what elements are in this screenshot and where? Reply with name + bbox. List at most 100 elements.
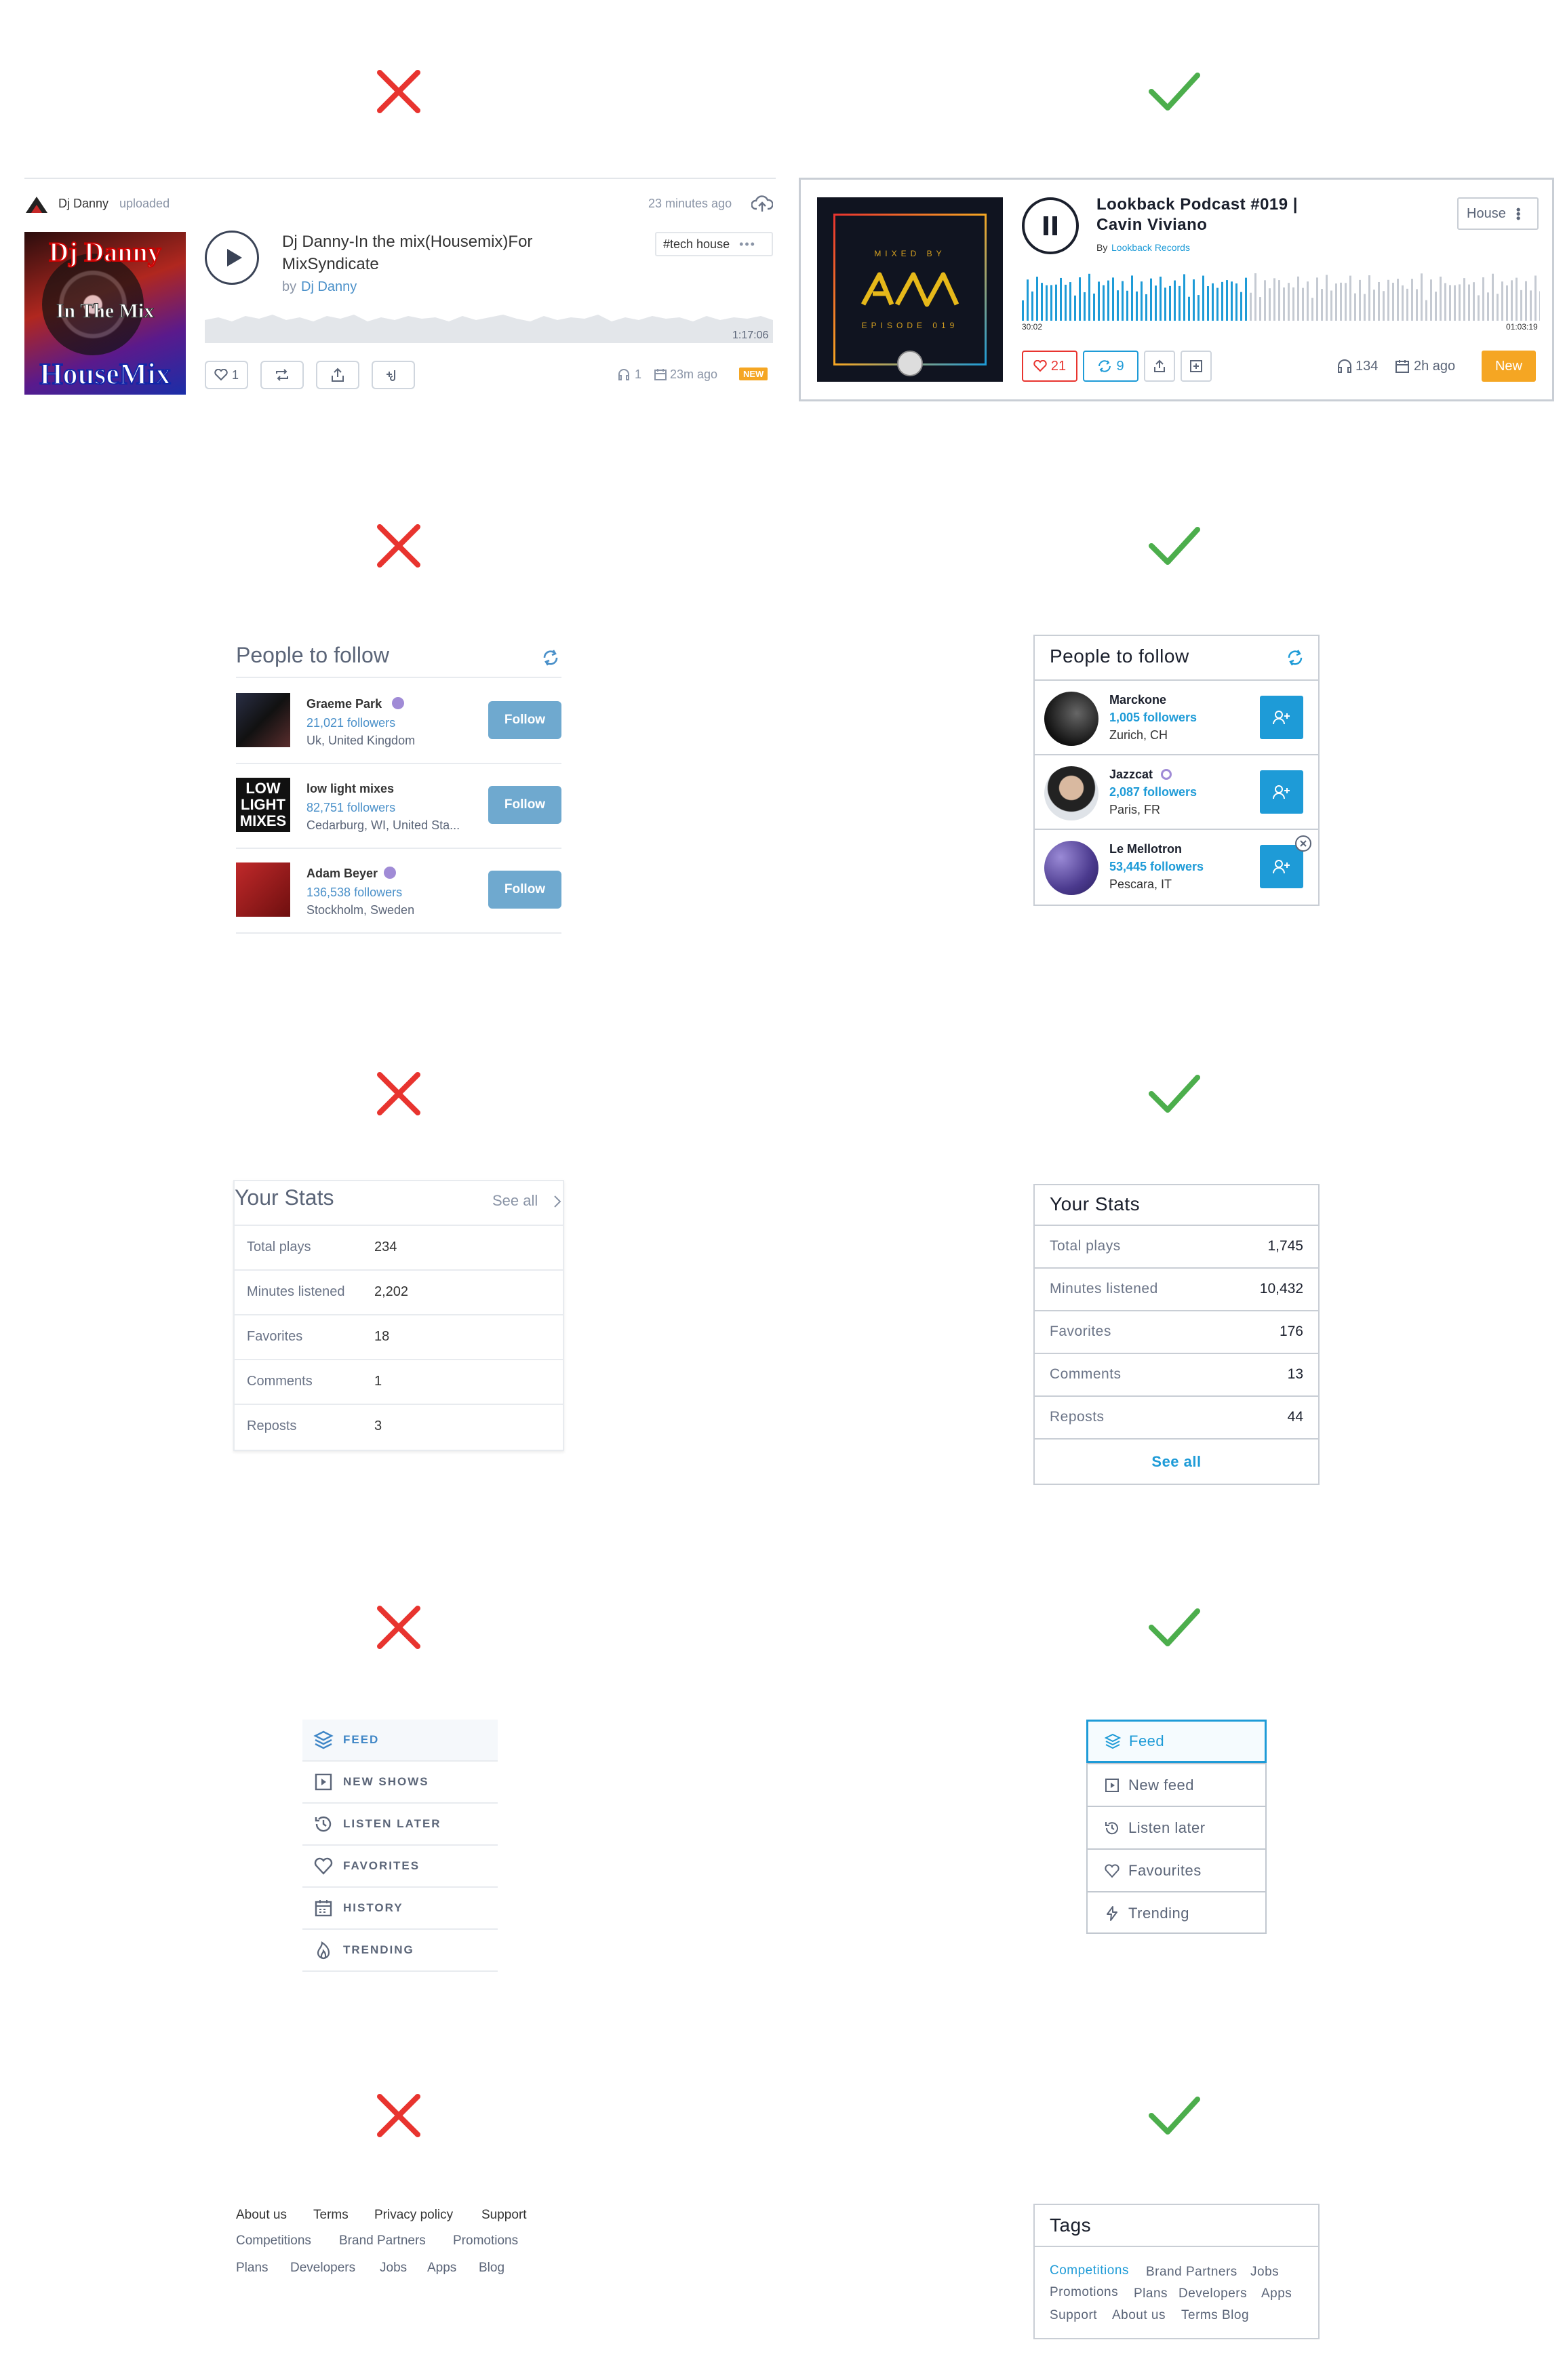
play-count: 134	[1355, 359, 1379, 374]
share-button[interactable]	[1144, 351, 1175, 382]
track-artwork[interactable]: Dj Danny In The Mix HouseMix	[24, 232, 186, 395]
add-to-playlist-button[interactable]	[372, 361, 415, 389]
avatar[interactable]	[236, 693, 290, 747]
tag-link-support[interactable]: Support	[1050, 2308, 1097, 2323]
label-link[interactable]: Lookback Records	[1111, 242, 1190, 253]
follower-count[interactable]: 2,087 followers	[1109, 785, 1197, 799]
pause-button[interactable]	[1022, 197, 1079, 254]
good-tags-widget: Tags Competitions Brand Partners Jobs Pr…	[1033, 2204, 1320, 2339]
footer-link-developers[interactable]: Developers	[290, 2261, 355, 2276]
person-name[interactable]: low light mixes	[306, 782, 394, 796]
nav-item-history[interactable]: HISTORY	[302, 1888, 498, 1930]
see-all-button[interactable]: See all	[1035, 1438, 1318, 1484]
avatar[interactable]	[1044, 841, 1098, 895]
tag-link-about[interactable]: About us	[1112, 2308, 1166, 2323]
nav-item-new-shows[interactable]: NEW SHOWS	[302, 1762, 498, 1804]
footer-link-apps[interactable]: Apps	[427, 2261, 456, 2276]
location: Cedarburg, WI, United Sta...	[306, 818, 460, 832]
share-button[interactable]	[316, 361, 359, 389]
tag-link-brand-partners[interactable]: Brand Partners	[1146, 2265, 1237, 2280]
add-button[interactable]	[1181, 351, 1212, 382]
track-title[interactable]: Lookback Podcast #019 | Cavin Viviano	[1096, 195, 1327, 235]
person-name[interactable]: Adam Beyer	[306, 867, 378, 881]
stat-label: Favorites	[1050, 1324, 1111, 1339]
person-name[interactable]: Jazzcat	[1109, 768, 1153, 782]
footer-link-blog[interactable]: Blog	[479, 2261, 504, 2276]
follow-button[interactable]	[1260, 845, 1303, 888]
footer-link-about[interactable]: About us	[236, 2208, 287, 2223]
footer-link-competitions[interactable]: Competitions	[236, 2234, 311, 2248]
calendar-icon	[654, 369, 667, 380]
follow-button[interactable]	[1260, 696, 1303, 739]
waveform[interactable]	[1022, 269, 1540, 321]
avatar[interactable]	[236, 862, 290, 917]
like-button[interactable]: 1	[205, 361, 248, 389]
footer-link-support[interactable]: Support	[481, 2208, 527, 2223]
tag-link-blog[interactable]: Blog	[1222, 2308, 1249, 2323]
footer-link-terms[interactable]: Terms	[313, 2208, 349, 2223]
tag-chip[interactable]: #tech house •••	[655, 232, 773, 256]
repost-button[interactable]	[260, 361, 304, 389]
follower-count[interactable]: 82,751 followers	[306, 801, 395, 815]
footer-link-privacy[interactable]: Privacy policy	[374, 2208, 453, 2223]
add-user-icon	[1273, 785, 1290, 799]
nav-item-trending[interactable]: Trending	[1088, 1891, 1265, 1934]
footer-link-promotions[interactable]: Promotions	[453, 2234, 518, 2248]
tag-link-plans[interactable]: Plans	[1134, 2286, 1168, 2301]
repost-icon	[276, 369, 288, 381]
stat-label: Minutes listened	[1050, 1281, 1158, 1296]
person-name[interactable]: Le Mellotron	[1109, 842, 1182, 856]
tag-link-jobs[interactable]: Jobs	[1250, 2265, 1279, 2280]
track-title[interactable]: Dj Danny-In the mix(Housemix)For MixSynd…	[282, 231, 580, 275]
widget-title: Your Stats	[1050, 1193, 1141, 1214]
time-total: 01:03:19	[1506, 322, 1538, 332]
follower-count[interactable]: 136,538 followers	[306, 886, 402, 900]
dismiss-button[interactable]	[1295, 835, 1311, 852]
like-button[interactable]: 21	[1022, 351, 1077, 382]
by-label: by	[282, 279, 297, 294]
refresh-icon[interactable]	[541, 648, 560, 667]
nav-item-feed[interactable]: FEED	[302, 1720, 498, 1762]
person-name[interactable]: Graeme Park	[306, 697, 382, 711]
follow-button[interactable]	[1260, 770, 1303, 814]
waveform[interactable]	[205, 302, 773, 343]
nav-item-favourites[interactable]: Favourites	[1088, 1848, 1265, 1891]
share-icon	[1154, 359, 1165, 372]
uploader-name[interactable]: Dj Danny	[58, 197, 108, 211]
nav-item-new-feed[interactable]: New feed	[1088, 1763, 1265, 1806]
stat-label: Reposts	[247, 1419, 297, 1433]
avatar[interactable]: LOW LIGHT MIXES	[236, 778, 290, 832]
avatar[interactable]	[1044, 766, 1098, 820]
tag-link-developers[interactable]: Developers	[1178, 2286, 1247, 2301]
track-artwork[interactable]: MIXED BY EPISODE 019	[817, 197, 1003, 382]
tag-link-terms[interactable]: Terms	[1181, 2308, 1218, 2323]
follower-count[interactable]: 1,005 followers	[1109, 711, 1197, 725]
follow-button[interactable]: Follow	[488, 871, 561, 909]
follow-button[interactable]: Follow	[488, 786, 561, 824]
genre-dropdown[interactable]: House •••	[1457, 197, 1539, 230]
nav-item-feed[interactable]: Feed	[1086, 1720, 1267, 1763]
chevron-right-icon[interactable]	[553, 1195, 561, 1208]
tag-link-promotions[interactable]: Promotions	[1050, 2285, 1118, 2300]
tag-link-competitions[interactable]: Competitions	[1050, 2263, 1129, 2278]
follower-count[interactable]: 53,445 followers	[1109, 860, 1204, 874]
footer-link-plans[interactable]: Plans	[236, 2261, 269, 2276]
see-all-link[interactable]: See all	[492, 1192, 538, 1210]
footer-link-brand-partners[interactable]: Brand Partners	[339, 2234, 426, 2248]
repost-button[interactable]: 9	[1083, 351, 1138, 382]
follower-count[interactable]: 21,021 followers	[306, 716, 395, 730]
nav-item-trending[interactable]: TRENDING	[302, 1930, 498, 1972]
play-button[interactable]	[205, 231, 259, 285]
nav-item-favorites[interactable]: FAVORITES	[302, 1846, 498, 1888]
nav-item-listen-later[interactable]: Listen later	[1088, 1806, 1265, 1848]
verified-icon	[392, 697, 404, 709]
refresh-icon[interactable]	[1286, 648, 1305, 667]
avatar[interactable]	[1044, 692, 1098, 746]
artist-link[interactable]: Dj Danny	[301, 279, 357, 295]
follow-button[interactable]: Follow	[488, 701, 561, 739]
person-name[interactable]: Marckone	[1109, 693, 1166, 707]
footer-link-jobs[interactable]: Jobs	[380, 2261, 407, 2276]
tag-link-apps[interactable]: Apps	[1261, 2286, 1292, 2301]
track-duration: 1:17:06	[732, 330, 769, 341]
nav-item-listen-later[interactable]: LISTEN LATER	[302, 1804, 498, 1846]
